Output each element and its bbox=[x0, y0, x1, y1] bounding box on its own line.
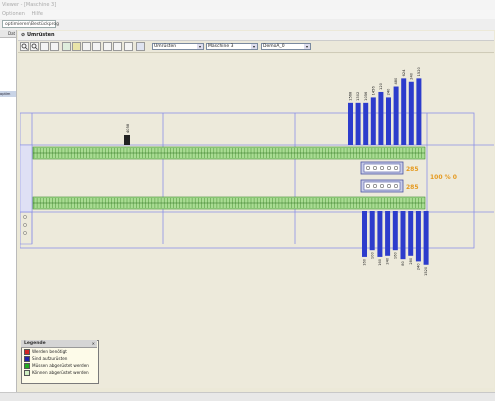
top-slot-bar bbox=[378, 91, 384, 145]
sidebar bbox=[0, 30, 17, 392]
layout-icon[interactable] bbox=[82, 42, 91, 51]
feeder-icon[interactable] bbox=[103, 42, 112, 51]
bottom-slot-bar bbox=[392, 211, 398, 251]
bottom-slot-bar bbox=[408, 211, 414, 256]
pin-icon: ⊘ bbox=[21, 32, 26, 38]
top-slot-bar bbox=[386, 97, 391, 145]
legend-item: Werden benötigt bbox=[24, 348, 67, 355]
top-slot-label: 1302 bbox=[356, 92, 360, 101]
top-slot-label: 480 bbox=[394, 77, 398, 85]
grid-icon[interactable] bbox=[62, 42, 71, 51]
legend-item-label: Müssen abgerüstet werden bbox=[32, 363, 89, 368]
machine-select-value: Maschine 3 bbox=[208, 44, 234, 49]
menu-item-options[interactable]: Optionen bbox=[0, 11, 25, 17]
bottom-slot-bar bbox=[400, 211, 406, 260]
program-select[interactable]: DemoA_0 ▾ bbox=[261, 43, 311, 50]
chevron-down-icon: ▾ bbox=[197, 44, 203, 49]
board-edge-block bbox=[19, 144, 33, 213]
top-slot-label: 1568 bbox=[349, 91, 353, 101]
legend-item-label: Können abgerüstet werden bbox=[32, 370, 89, 375]
legend-item-label: Sind aufzurüsten bbox=[32, 356, 68, 361]
bottom-slot-label: 80 bbox=[401, 260, 405, 265]
legend-item-label: Werden benötigt bbox=[32, 349, 67, 354]
bottom-slot-label: 160 bbox=[378, 258, 382, 266]
bottom-slot-label: 160 bbox=[363, 258, 367, 266]
legend-swatch bbox=[24, 370, 30, 376]
legend-item: Müssen abgerüstet werden bbox=[24, 362, 89, 369]
top-slot-label: 1056 bbox=[364, 91, 368, 101]
bottom-slot-label: 240 bbox=[417, 263, 421, 271]
mode-select[interactable]: Umrüsten ▾ bbox=[152, 43, 204, 50]
top-slot-bar bbox=[408, 81, 414, 145]
legend-item: Sind aufzurüsten bbox=[24, 355, 67, 362]
close-icon[interactable]: ✕ bbox=[92, 340, 95, 347]
menu-bar: Optionen Hilfe bbox=[0, 10, 495, 19]
top-slot-label: 240 bbox=[409, 72, 413, 80]
top-slot-bar bbox=[416, 78, 422, 145]
layers-icon[interactable] bbox=[92, 42, 101, 51]
mount-hole bbox=[23, 215, 27, 219]
bottom-slot-bar bbox=[369, 211, 375, 251]
top-slot-bar bbox=[348, 102, 353, 145]
bottom-slot-bar bbox=[385, 211, 391, 256]
program-select-value: DemoA_0 bbox=[263, 44, 285, 49]
window-title: Viewer - [Maschine 3] bbox=[2, 2, 57, 8]
highlight-icon[interactable] bbox=[72, 42, 81, 51]
machine-icon[interactable] bbox=[113, 42, 122, 51]
component-box-inner bbox=[363, 181, 401, 191]
sidebar-header-label: Dat bbox=[8, 31, 16, 36]
top-slot-label: 1456 bbox=[371, 86, 375, 96]
mount-hole bbox=[23, 231, 27, 235]
panel-title-bar: ⊘ Umrüsten bbox=[18, 31, 494, 41]
sidebar-item-selected[interactable]: optim bbox=[0, 91, 16, 97]
search-icon[interactable] bbox=[20, 42, 29, 51]
mount-hole bbox=[23, 223, 27, 227]
sidebar-header: Dat bbox=[0, 30, 16, 38]
top-slot-bar bbox=[370, 97, 376, 145]
legend-title: Legende bbox=[24, 341, 46, 346]
top-slot-label: 1520 bbox=[417, 67, 421, 77]
legend-item: Können abgerüstet werden bbox=[24, 369, 89, 376]
menu-item-help[interactable]: Hilfe bbox=[27, 11, 43, 17]
utilization-percent: 100 % 0 bbox=[430, 174, 457, 181]
board-edge-block bbox=[19, 211, 33, 245]
machine-select[interactable]: Maschine 3 ▾ bbox=[206, 43, 258, 50]
zoom-icon[interactable] bbox=[30, 42, 39, 51]
board-canvas: 4058 1568 1302 1056 1456 120 240 480 624 240 1520 1… bbox=[19, 54, 494, 388]
chevron-down-icon: ▾ bbox=[304, 44, 310, 49]
mode-select-value: Umrüsten bbox=[154, 44, 177, 49]
top-slot-label: 624 bbox=[402, 69, 406, 77]
window-title-bar: Viewer - [Maschine 3] bbox=[0, 0, 495, 10]
feeder-block bbox=[124, 135, 130, 145]
tool-icon[interactable] bbox=[40, 42, 49, 51]
feeder-block-label: 4058 bbox=[126, 123, 130, 133]
bottom-slot-label: 240 bbox=[386, 257, 390, 265]
bottom-slot-label: 100 bbox=[370, 251, 374, 259]
arrange-icon[interactable] bbox=[50, 42, 59, 51]
top-slot-bar bbox=[363, 102, 369, 145]
top-slot-bar bbox=[393, 86, 399, 145]
sidebar-item-label: optim bbox=[0, 92, 11, 96]
top-slot-bar bbox=[355, 102, 361, 145]
top-slot-label: 120 bbox=[379, 82, 383, 90]
bottom-slot-bar bbox=[377, 211, 383, 257]
bottom-slot-bar bbox=[362, 211, 367, 257]
bottom-slot-label: 280 bbox=[409, 257, 413, 265]
bottom-slot-bar bbox=[423, 211, 429, 265]
board-diagram: 40581568 1302 10561456 120240480624 240 15201… bbox=[19, 67, 494, 276]
bottom-slot-label: 160 bbox=[393, 251, 397, 259]
legend-header: Legende ✕ bbox=[21, 340, 97, 348]
bottom-slot-label: 1520 bbox=[424, 266, 428, 276]
top-slot-bar bbox=[401, 78, 407, 145]
panel-title: Umrüsten bbox=[26, 32, 55, 38]
component-box-inner bbox=[363, 163, 401, 173]
export-icon[interactable] bbox=[136, 42, 145, 51]
path-combo[interactable]: optimieren\Bestückprog bbox=[2, 20, 59, 28]
top-slot-label: 240 bbox=[387, 88, 391, 96]
component-count: 285 bbox=[406, 166, 419, 173]
print-icon[interactable] bbox=[124, 42, 133, 51]
chevron-down-icon: ▾ bbox=[251, 44, 257, 49]
component-count: 285 bbox=[406, 184, 419, 191]
bottom-slot-bar bbox=[415, 211, 421, 262]
